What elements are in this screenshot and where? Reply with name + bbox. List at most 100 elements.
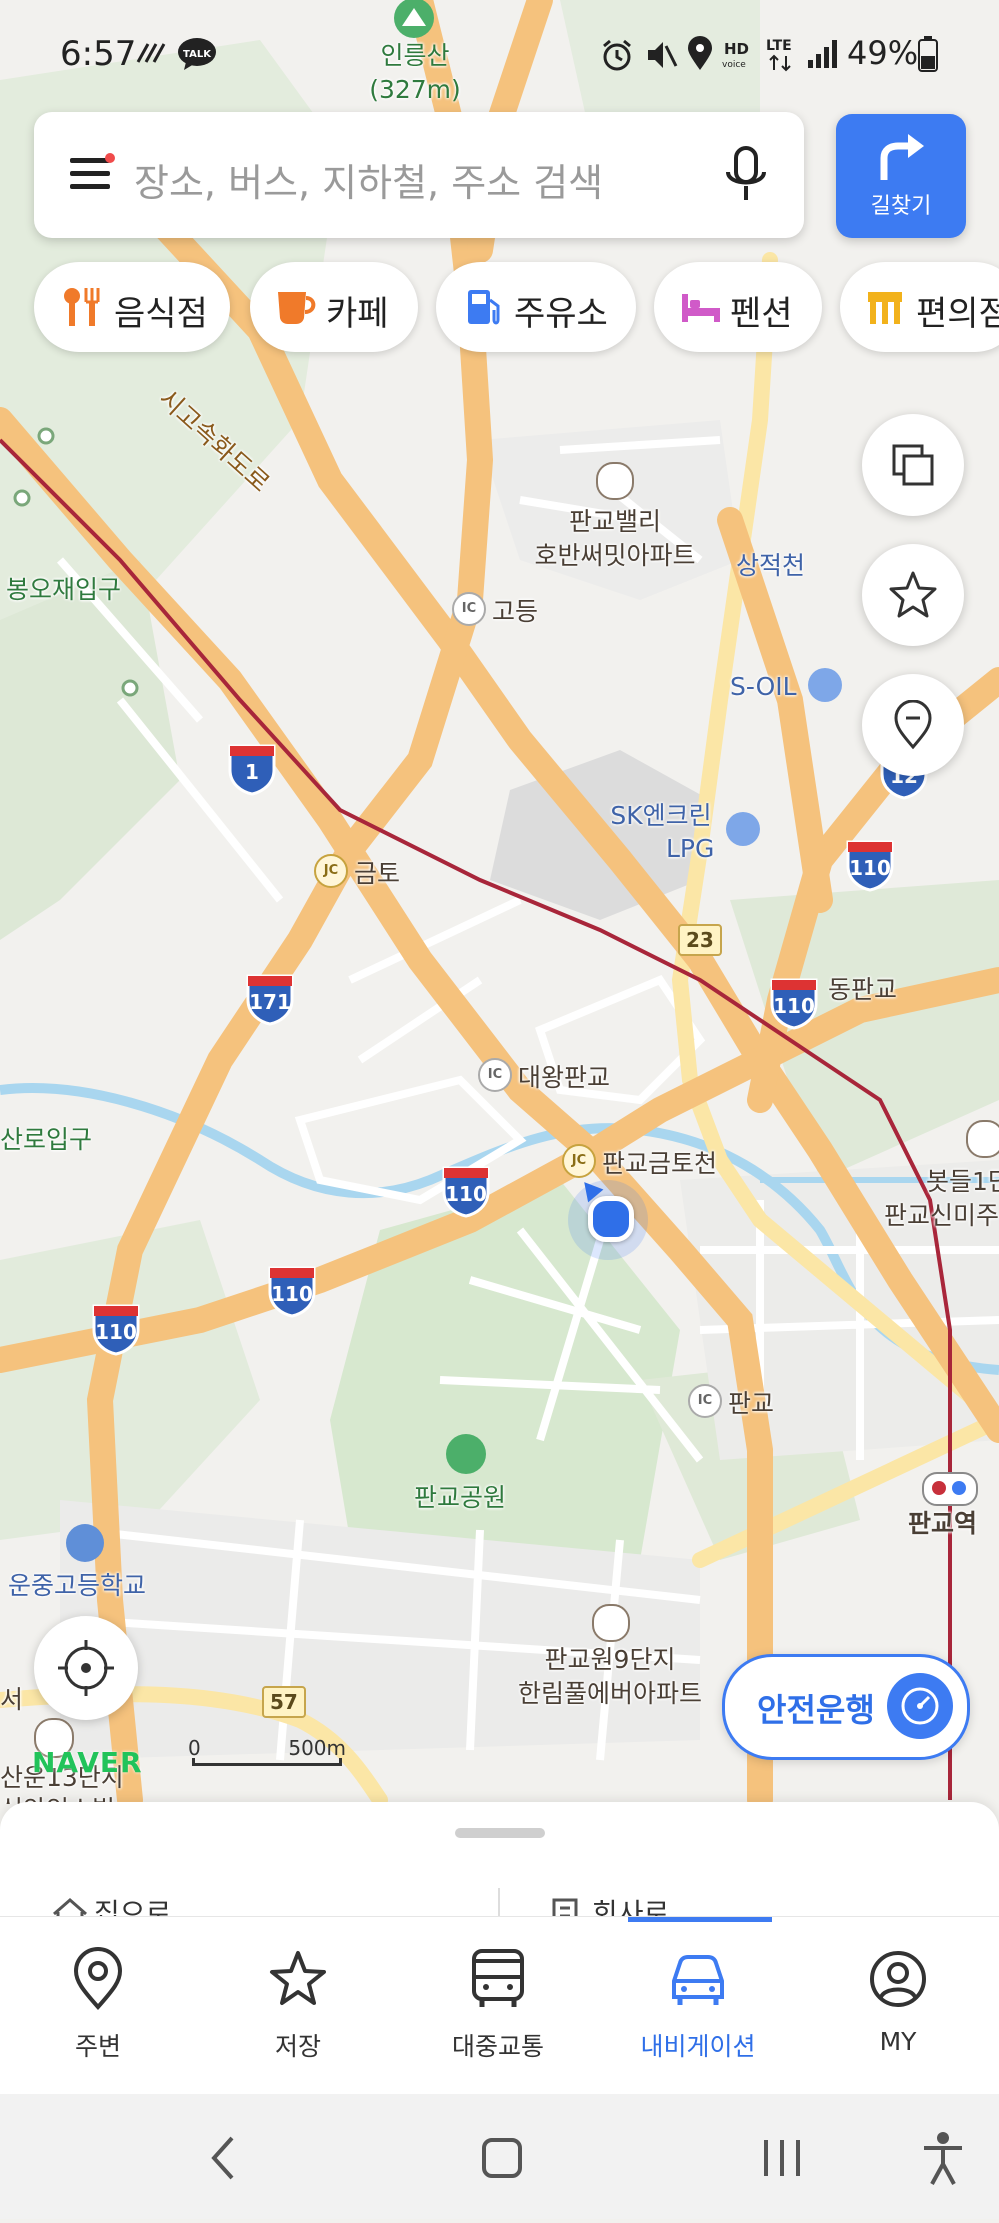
- current-location-dot: [588, 1196, 634, 1242]
- gas-station-icon: [468, 290, 500, 325]
- favorites-button[interactable]: [862, 544, 964, 646]
- category-chip-pension[interactable]: 펜션: [654, 262, 822, 352]
- highway-shield: 171: [242, 970, 298, 1026]
- tab-saved[interactable]: 저장: [208, 1917, 388, 2095]
- tab-transit[interactable]: 대중교통: [408, 1917, 588, 2095]
- ic-badge: IC: [478, 1058, 512, 1092]
- map-label-partial[interactable]: 서: [0, 1680, 23, 1716]
- apartment-label-line2[interactable]: 판교신미주: [884, 1196, 999, 1232]
- jc-pangyo-label[interactable]: 판교금토천: [602, 1144, 717, 1180]
- mute-icon: [648, 42, 678, 68]
- category-chip-convenience-store[interactable]: 편의점: [840, 262, 999, 352]
- lpg-label-line1[interactable]: SK엔크린: [596, 800, 726, 832]
- category-chip-gas-station[interactable]: 주유소: [436, 262, 636, 352]
- pin-button[interactable]: [862, 674, 964, 776]
- category-chip-restaurant[interactable]: 음식점: [34, 262, 230, 352]
- tab-nearby[interactable]: 주변: [8, 1917, 188, 2095]
- bus-stop-label[interactable]: 산로입구: [0, 1120, 92, 1156]
- apartment-label-line1[interactable]: 봇들1단: [926, 1162, 999, 1198]
- convenience-store-icon: [868, 292, 902, 324]
- apartment-icon: [596, 462, 634, 500]
- bus-icon: [472, 1949, 524, 2007]
- lpg-label-line2[interactable]: LPG: [666, 834, 714, 863]
- bottom-navigation: 주변 저장 대중교통 내비게이션 MY: [0, 1916, 999, 2095]
- apartment-icon: [592, 1604, 630, 1642]
- gas-station-icon: [808, 668, 842, 702]
- chip-label: 펜션: [730, 294, 793, 334]
- tab-navigation[interactable]: 내비게이션: [608, 1917, 788, 2095]
- pin-icon: [894, 700, 932, 750]
- crosshair-icon: [58, 1640, 114, 1696]
- jc-geumto-label[interactable]: 금토: [354, 854, 400, 890]
- tab-label: 저장: [274, 2032, 321, 2061]
- menu-icon[interactable]: [68, 152, 116, 194]
- office-route-label[interactable]: 회사로: [592, 1892, 669, 1918]
- home-icon: [53, 1898, 87, 1918]
- battery-icon: [918, 36, 938, 72]
- ic-badge: IC: [452, 592, 486, 626]
- ic-pangyo-label[interactable]: 판교: [728, 1384, 774, 1420]
- recent-apps-icon[interactable]: [760, 2136, 804, 2180]
- office-icon: [552, 1898, 578, 1918]
- sheet-drag-handle[interactable]: [455, 1828, 545, 1838]
- station-label[interactable]: 판교역: [908, 1504, 977, 1540]
- layers-button[interactable]: [862, 414, 964, 516]
- apartment-label-line1[interactable]: 판교원9단지: [520, 1644, 700, 1676]
- chip-label: 주유소: [514, 294, 608, 334]
- shield-number: 110: [445, 1182, 487, 1206]
- back-icon[interactable]: [206, 2134, 240, 2182]
- chip-label: 음식점: [114, 294, 208, 334]
- apartment-label-line2[interactable]: 한림풀에버아파트: [500, 1678, 720, 1710]
- accessibility-icon[interactable]: [920, 2130, 966, 2186]
- location-icon: [688, 36, 712, 70]
- current-location-button[interactable]: [34, 1616, 138, 1720]
- scale-line: [192, 1758, 342, 1766]
- shield-number: 171: [249, 990, 291, 1014]
- search-input[interactable]: 장소, 버스, 지하철, 주소 검색: [134, 152, 603, 207]
- ic-daewang-label[interactable]: 대왕판교: [518, 1058, 610, 1094]
- gas-station-label[interactable]: S-OIL: [730, 672, 797, 701]
- shield-number: 110: [95, 1320, 137, 1344]
- apartment-icon: [966, 1120, 999, 1158]
- kakaotalk-icon: TALK: [178, 38, 216, 70]
- ic-dongpangyo-label[interactable]: 동판교: [828, 970, 897, 1006]
- apartment-label-line2[interactable]: 호반써밋아파트: [510, 540, 720, 572]
- microphone-icon[interactable]: [722, 144, 770, 208]
- tab-my[interactable]: MY: [808, 1917, 988, 2095]
- tab-label: MY: [879, 2027, 917, 2056]
- restaurant-icon: [64, 288, 100, 326]
- shield-number: 110: [849, 856, 891, 880]
- category-chip-cafe[interactable]: 카페: [250, 262, 418, 352]
- tab-label: 내비게이션: [640, 2032, 756, 2061]
- missed-call-icon: [136, 43, 166, 63]
- gas-station-icon: [726, 812, 760, 846]
- svg-text:TALK: TALK: [183, 49, 212, 60]
- battery-percentage: 49%: [847, 34, 919, 72]
- lte-icon: LTE: [766, 38, 792, 72]
- ic-godeung-label[interactable]: 고등: [492, 592, 538, 628]
- system-navigation-bar: [0, 2094, 999, 2219]
- jc-badge: JC: [314, 854, 348, 888]
- school-label[interactable]: 운중고등학교: [8, 1566, 146, 1602]
- location-pin-icon: [73, 1947, 123, 2011]
- scale-length: 500m: [288, 1736, 346, 1760]
- stream-label: 상적천: [736, 551, 806, 580]
- safe-driving-button[interactable]: 안전운행: [722, 1654, 970, 1760]
- speedometer-icon: [887, 1673, 953, 1739]
- highway-shield: 110: [88, 1300, 144, 1356]
- park-label[interactable]: 판교공원: [414, 1478, 506, 1514]
- route-number-23: 23: [678, 924, 722, 956]
- directions-button[interactable]: 길찾기: [836, 114, 966, 238]
- jc-badge: JC: [562, 1144, 596, 1178]
- svg-text:HD: HD: [724, 40, 749, 58]
- tab-label: 대중교통: [451, 2032, 544, 2061]
- search-bar[interactable]: 장소, 버스, 지하철, 주소 검색: [34, 112, 804, 238]
- home-button-icon[interactable]: [480, 2136, 524, 2180]
- home-route-label[interactable]: 집으로: [94, 1892, 171, 1918]
- highway-shield: 1: [224, 740, 280, 796]
- apartment-label-line1[interactable]: 판교밸리: [520, 506, 710, 538]
- scale-zero: 0: [188, 1736, 201, 1760]
- bus-stop-label[interactable]: 봉오재입구: [6, 570, 121, 606]
- naver-logo: NAVER: [32, 1746, 143, 1779]
- chip-label: 카페: [326, 294, 389, 334]
